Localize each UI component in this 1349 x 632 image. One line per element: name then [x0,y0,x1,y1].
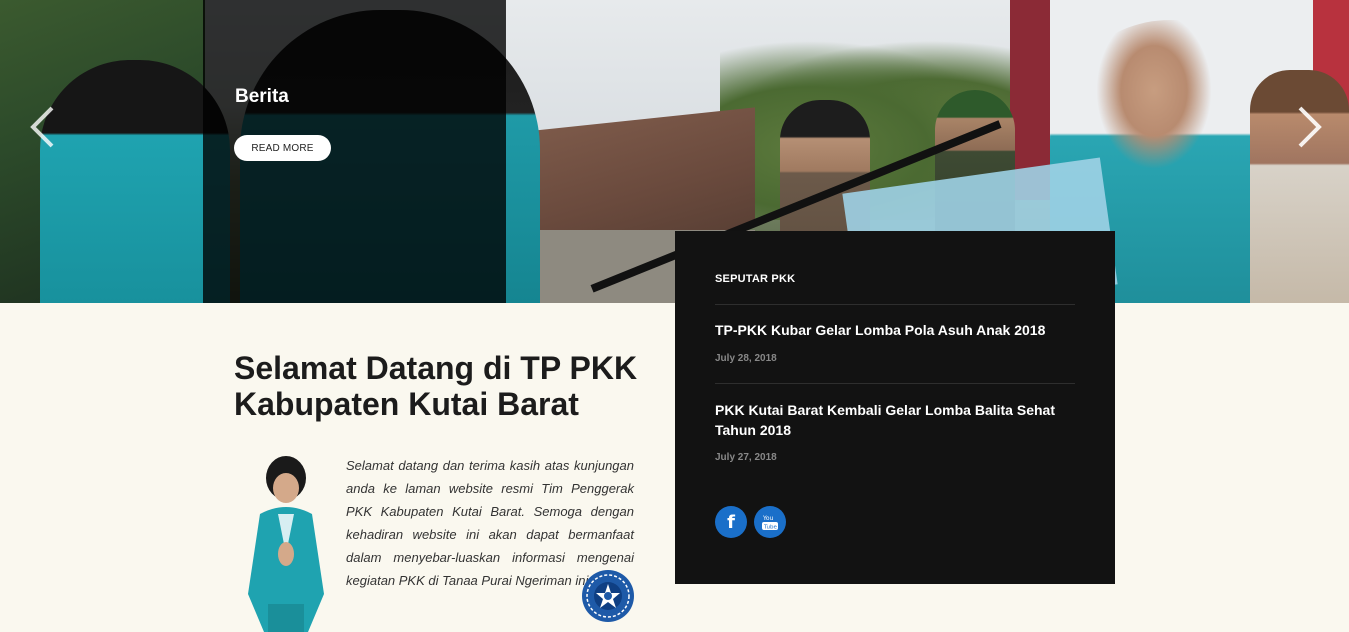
slider-prev-button[interactable] [22,100,62,154]
facebook-icon: f [727,511,735,533]
hero-person-left [40,60,230,303]
facebook-button[interactable]: f [715,506,747,538]
youtube-icon: You Tube [762,515,778,531]
svg-text:Tube: Tube [763,525,778,531]
chevron-right-icon [1298,106,1322,148]
slider-next-button[interactable] [1290,100,1330,154]
news-item-date: July 27, 2018 [715,452,777,463]
news-panel: SEPUTAR PKK TP-PKK Kubar Gelar Lomba Pol… [675,231,1115,584]
news-divider [715,304,1075,305]
news-heading: SEPUTAR PKK [715,273,796,285]
pkk-logo [582,570,634,622]
news-item-title[interactable]: TP-PKK Kubar Gelar Lomba Pola Asuh Anak … [715,320,1075,340]
slide-caption: Berita [235,86,289,107]
read-more-button[interactable]: READ MORE [234,135,331,161]
news-item-title[interactable]: PKK Kutai Barat Kembali Gelar Lomba Bali… [715,400,1075,440]
chairwoman-photo [248,456,324,632]
news-divider [715,383,1075,384]
chevron-left-icon [30,106,54,148]
news-item-date: July 28, 2018 [715,353,777,364]
youtube-button[interactable]: You Tube [754,506,786,538]
svg-text:You: You [762,515,774,522]
welcome-title: Selamat Datang di TP PKK Kabupaten Kutai… [234,350,638,422]
